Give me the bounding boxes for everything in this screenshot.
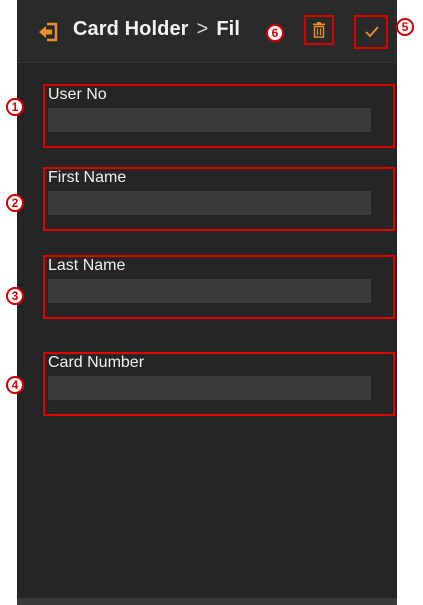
delete-button[interactable] xyxy=(304,15,334,45)
first-name-label: First Name xyxy=(48,169,127,186)
card-number-input[interactable] xyxy=(48,376,371,400)
back-arrow-icon[interactable] xyxy=(38,22,60,42)
confirm-button[interactable] xyxy=(354,15,388,49)
card-number-field: Card Number xyxy=(43,352,395,416)
first-name-input[interactable] xyxy=(48,191,371,215)
trash-icon xyxy=(313,22,325,38)
callout-badge-2: 2 xyxy=(6,194,24,212)
bottom-band xyxy=(17,598,397,605)
last-name-field: Last Name xyxy=(43,255,395,319)
last-name-input[interactable] xyxy=(48,279,371,303)
card-number-label: Card Number xyxy=(48,354,145,371)
callout-badge-1: 1 xyxy=(6,98,24,116)
header-bar: Card Holder > Fil xyxy=(17,0,397,63)
title-text: Card Holder xyxy=(73,18,189,40)
last-name-label: Last Name xyxy=(48,257,126,274)
callout-badge-6: 6 xyxy=(266,24,284,42)
checkmark-icon xyxy=(365,26,379,38)
breadcrumb-separator: > xyxy=(196,18,209,40)
user-no-label: User No xyxy=(48,86,107,103)
subtitle-text: Fil xyxy=(216,18,240,40)
user-no-input[interactable] xyxy=(48,108,371,132)
first-name-field: First Name xyxy=(43,167,395,231)
callout-badge-5: 5 xyxy=(396,18,414,36)
callout-badge-4: 4 xyxy=(6,376,24,394)
callout-badge-3: 3 xyxy=(6,287,24,305)
app-screen: Card Holder > Fil User No First Name Last … xyxy=(17,0,397,605)
user-no-field: User No xyxy=(43,84,395,148)
